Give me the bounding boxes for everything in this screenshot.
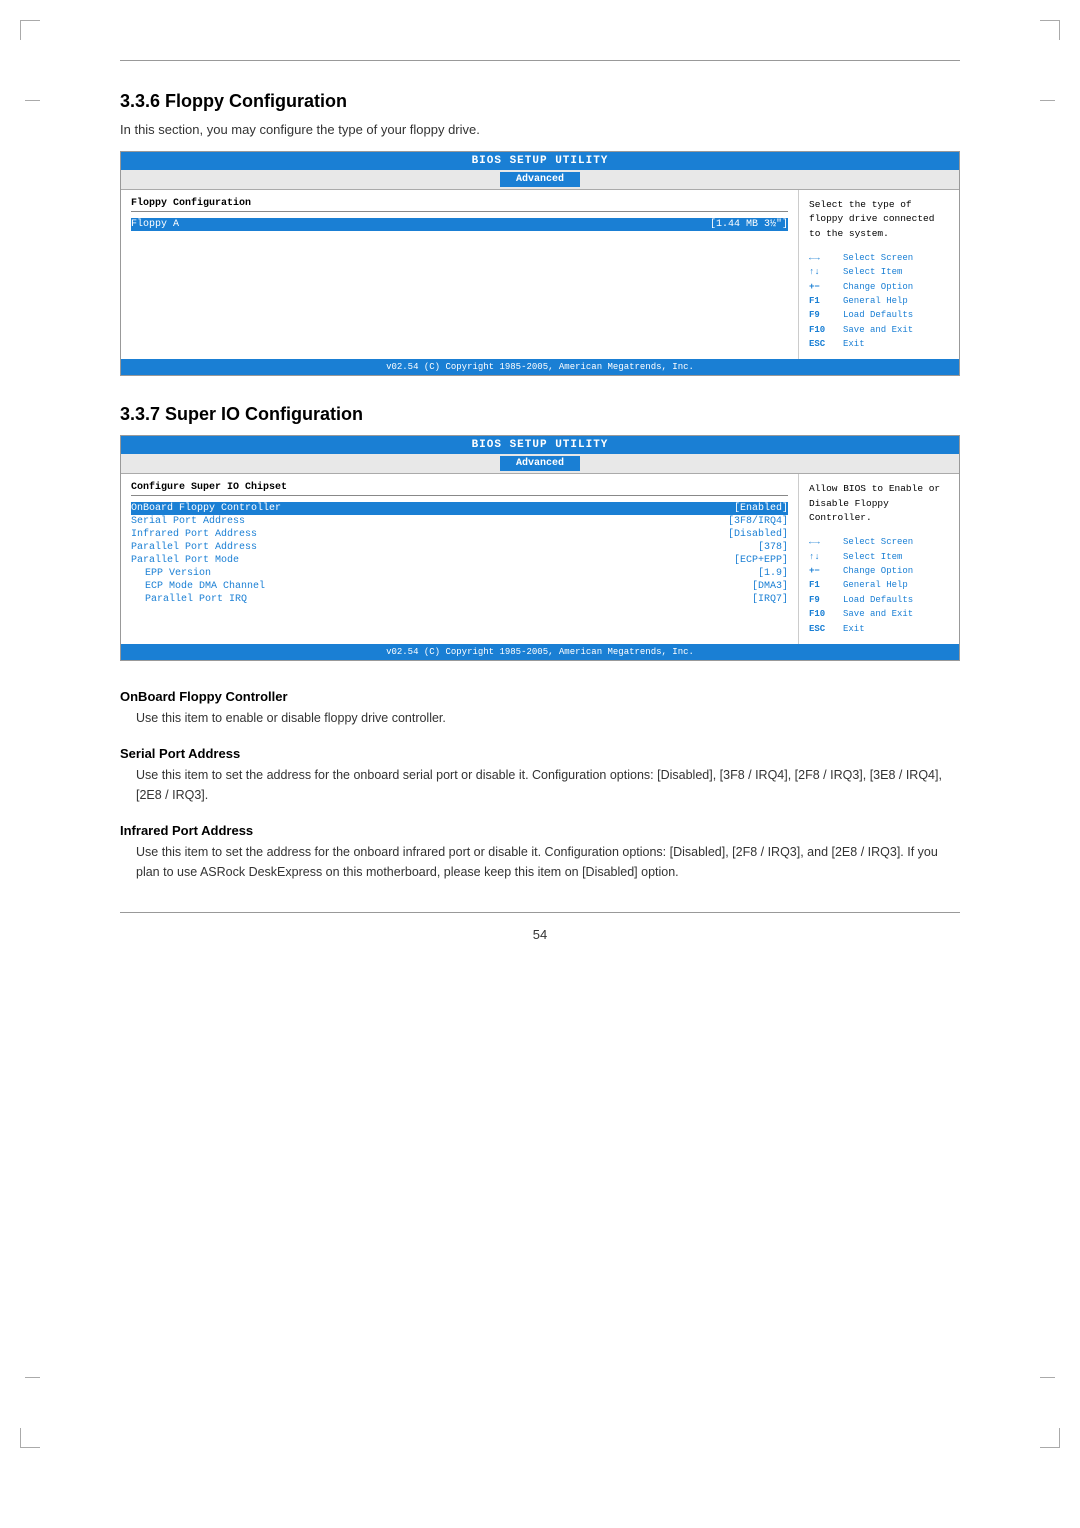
bios1-content: Floppy Configuration Floppy A [1.44 MB 3… [121, 190, 959, 359]
section-337-title: 3.3.7 Super IO Configuration [120, 404, 960, 425]
bios1-row-floppy-a[interactable]: Floppy A [1.44 MB 3½"] [131, 218, 788, 231]
bios2-key-ud: ↑↓ Select Item [809, 550, 949, 564]
bios1-key-f9: F9 Load Defaults [809, 308, 949, 322]
bios1-tab-advanced[interactable]: Advanced [500, 172, 580, 187]
bios1-right: Select the type of floppy drive connecte… [799, 190, 959, 359]
bios1-key-f1: F1 General Help [809, 294, 949, 308]
bios2-content: Configure Super IO Chipset OnBoard Flopp… [121, 474, 959, 643]
bios1-footer: v02.54 (C) Copyright 1985-2005, American… [121, 359, 959, 375]
section-336-intro: In this section, you may configure the t… [120, 122, 960, 137]
bios2-tab-row: Advanced [121, 454, 959, 474]
bios2-row-epp-version[interactable]: EPP Version [1.9] [131, 567, 788, 580]
bios2-key-f10: F10 Save and Exit [809, 607, 949, 621]
bottom-rule [120, 912, 960, 913]
bios1-key-pm: +− Change Option [809, 280, 949, 294]
bios1-floppy-a-label: Floppy A [131, 219, 179, 230]
bios2-key-f9: F9 Load Defaults [809, 593, 949, 607]
bios1-keys: ←→ Select Screen ↑↓ Select Item +− Chang… [809, 251, 949, 352]
side-mark-right-top [1040, 100, 1055, 101]
side-mark-left-top [25, 100, 40, 101]
subsection-infrared-port: Infrared Port Address Use this item to s… [120, 823, 960, 882]
bios2-key-lr: ←→ Select Screen [809, 535, 949, 549]
bios1-key-esc: ESC Exit [809, 337, 949, 351]
bios-box-1: BIOS SETUP UTILITY Advanced Floppy Confi… [120, 151, 960, 376]
bios-box-2: BIOS SETUP UTILITY Advanced Configure Su… [120, 435, 960, 660]
subsection-serial-port-title: Serial Port Address [120, 746, 960, 761]
bios2-left: Configure Super IO Chipset OnBoard Flopp… [121, 474, 799, 643]
bios1-key-f10: F10 Save and Exit [809, 323, 949, 337]
bios1-floppy-a-value: [1.44 MB 3½"] [710, 219, 788, 230]
bios2-row-infrared-port[interactable]: Infrared Port Address [Disabled] [131, 528, 788, 541]
corner-mark-tr [1040, 20, 1060, 40]
subsection-onboard-floppy: OnBoard Floppy Controller Use this item … [120, 689, 960, 728]
bios2-keys: ←→ Select Screen ↑↓ Select Item +− Chang… [809, 535, 949, 636]
bios2-tab-advanced[interactable]: Advanced [500, 456, 580, 471]
section-336-title: 3.3.6 Floppy Configuration [120, 91, 960, 112]
bios1-tab-row: Advanced [121, 170, 959, 190]
bios2-row-onboard-floppy[interactable]: OnBoard Floppy Controller [Enabled] [131, 502, 788, 515]
corner-mark-bl [20, 1428, 40, 1448]
bios1-key-lr: ←→ Select Screen [809, 251, 949, 265]
bios2-row-parallel-port[interactable]: Parallel Port Address [378] [131, 541, 788, 554]
bios2-row-parallel-mode[interactable]: Parallel Port Mode [ECP+EPP] [131, 554, 788, 567]
bios2-help-text: Allow BIOS to Enable or Disable Floppy C… [809, 482, 949, 525]
section-337: 3.3.7 Super IO Configuration BIOS SETUP … [120, 404, 960, 881]
bios1-title: BIOS SETUP UTILITY [121, 152, 959, 170]
bios2-key-esc: ESC Exit [809, 622, 949, 636]
bios2-row-serial-port[interactable]: Serial Port Address [3F8/IRQ4] [131, 515, 788, 528]
subsection-onboard-floppy-body: Use this item to enable or disable flopp… [120, 708, 960, 728]
page-container: 3.3.6 Floppy Configuration In this secti… [0, 0, 1080, 1528]
bios1-key-ud: ↑↓ Select Item [809, 265, 949, 279]
section-336: 3.3.6 Floppy Configuration In this secti… [120, 91, 960, 376]
subsection-infrared-port-body: Use this item to set the address for the… [120, 842, 960, 882]
bios2-row-parallel-irq[interactable]: Parallel Port IRQ [IRQ7] [131, 593, 788, 606]
subsection-onboard-floppy-title: OnBoard Floppy Controller [120, 689, 960, 704]
bios2-section-label: Configure Super IO Chipset [131, 482, 788, 496]
page-number: 54 [120, 927, 960, 942]
bios2-right: Allow BIOS to Enable or Disable Floppy C… [799, 474, 959, 643]
top-rule [120, 60, 960, 61]
bios1-left: Floppy Configuration Floppy A [1.44 MB 3… [121, 190, 799, 359]
subsection-infrared-port-title: Infrared Port Address [120, 823, 960, 838]
bios2-footer: v02.54 (C) Copyright 1985-2005, American… [121, 644, 959, 660]
bios2-title: BIOS SETUP UTILITY [121, 436, 959, 454]
bios2-key-pm: +− Change Option [809, 564, 949, 578]
side-mark-left-bottom [25, 1377, 40, 1378]
bios1-section-label: Floppy Configuration [131, 198, 788, 212]
bios1-help-text: Select the type of floppy drive connecte… [809, 198, 949, 241]
corner-mark-tl [20, 20, 40, 40]
subsection-serial-port: Serial Port Address Use this item to set… [120, 746, 960, 805]
bios2-row-ecp-dma[interactable]: ECP Mode DMA Channel [DMA3] [131, 580, 788, 593]
corner-mark-br [1040, 1428, 1060, 1448]
bios2-key-f1: F1 General Help [809, 578, 949, 592]
side-mark-right-bottom [1040, 1377, 1055, 1378]
subsection-serial-port-body: Use this item to set the address for the… [120, 765, 960, 805]
